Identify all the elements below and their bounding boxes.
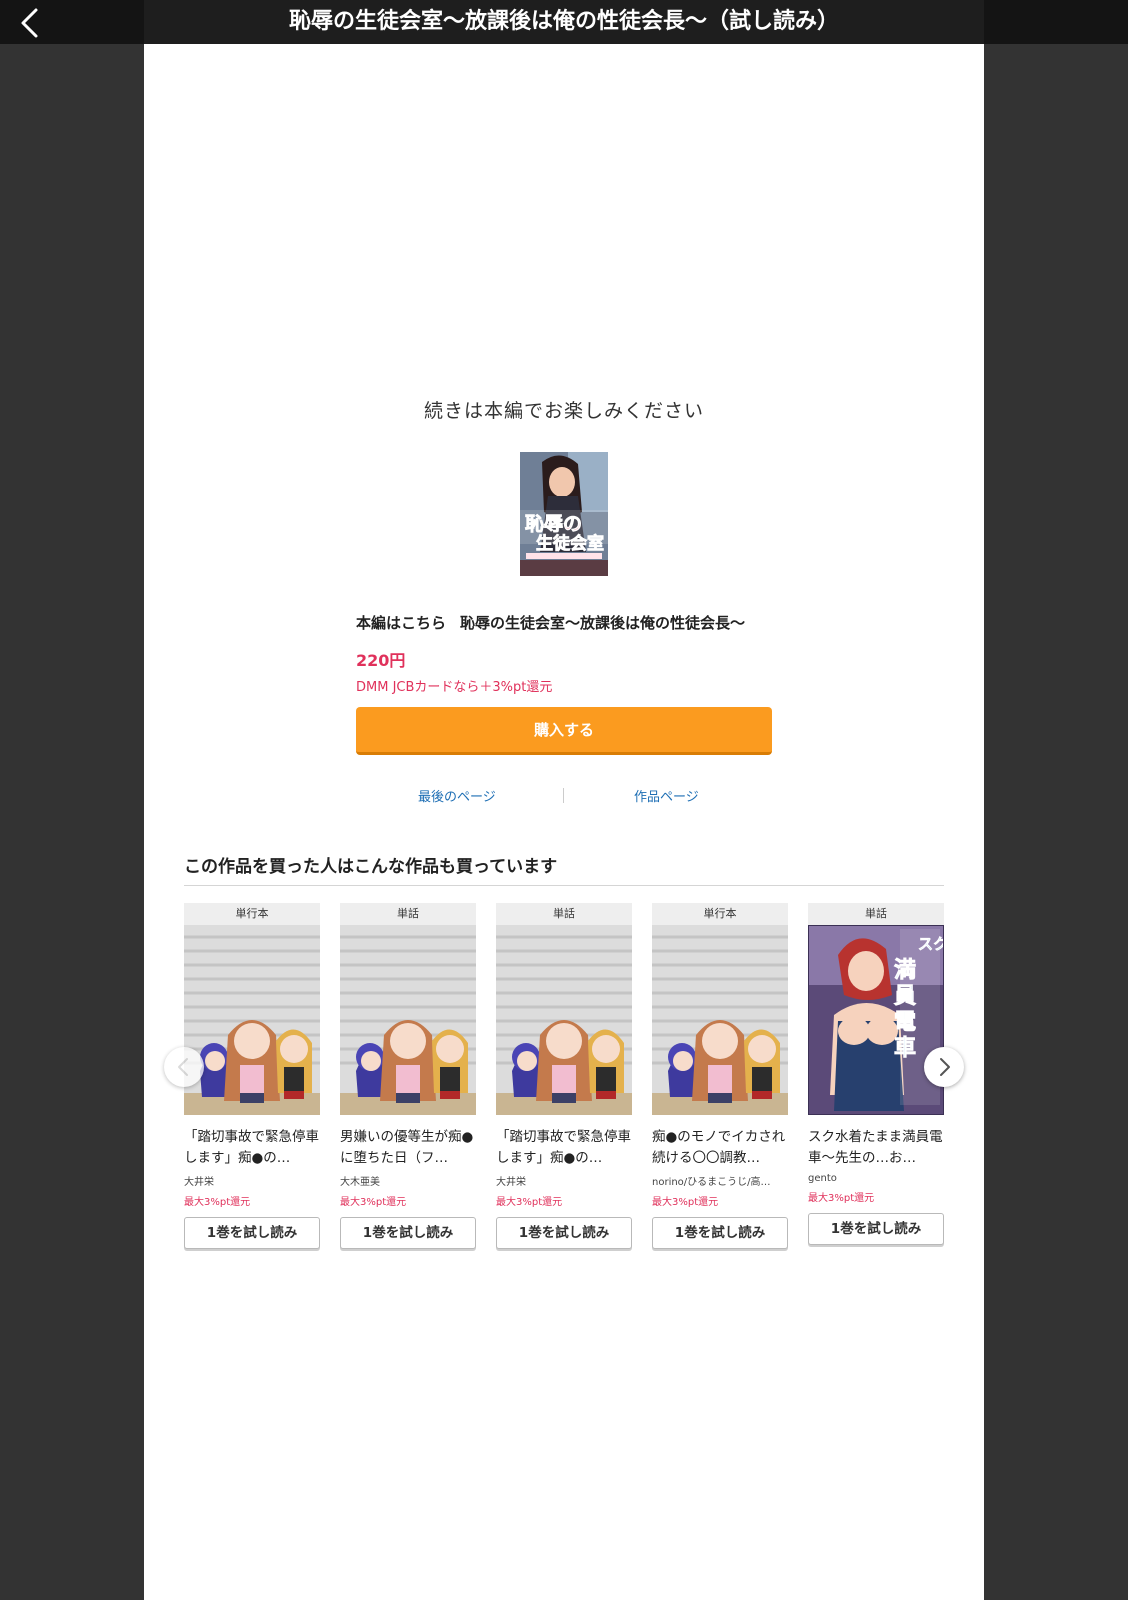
book-title[interactable]: 「踏切事故で緊急停車します」痴●の… [496, 1127, 632, 1169]
main-edition-title: 恥辱の生徒会室〜放課後は俺の性徒会長〜 [460, 614, 746, 632]
point-badge: 最大3%pt還元 [184, 1197, 251, 1208]
price: 220円 [356, 651, 406, 670]
trial-read-button[interactable]: 1巻を試し読み [496, 1217, 632, 1249]
point-badge: 最大3%pt還元 [652, 1197, 719, 1208]
book-thumbnail[interactable] [340, 925, 476, 1115]
recommendations-heading: この作品を買った人はこんな作品も買っています [184, 857, 558, 877]
page-links: 最後のページ 作品ページ [356, 786, 772, 806]
main-edition-link[interactable]: 本編はこちら 恥辱の生徒会室〜放課後は俺の性徒会長〜 [356, 612, 796, 633]
book-author[interactable]: 大木亜美 [340, 1173, 476, 1188]
book-author[interactable]: 大井栄 [496, 1173, 632, 1188]
trial-read-button[interactable]: 1巻を試し読み [808, 1213, 944, 1245]
main-edition-prefix: 本編はこちら [356, 614, 447, 632]
carousel-prev-button[interactable] [164, 1047, 204, 1087]
point-badge: 最大3%pt還元 [340, 1197, 407, 1208]
book-title[interactable]: スク水着たまま満員電車〜先生の…お… [808, 1127, 944, 1169]
book-author[interactable]: 大井栄 [184, 1173, 320, 1188]
trial-read-button[interactable]: 1巻を試し読み [652, 1217, 788, 1249]
trial-read-button[interactable]: 1巻を試し読み [340, 1217, 476, 1249]
book-title[interactable]: 男嫌いの優等生が痴●に堕ちた日（フ… [340, 1127, 476, 1169]
format-badge: 単行本 [184, 903, 320, 925]
svg-text:スク水: スク水 [918, 935, 944, 953]
chevron-left-icon [178, 1058, 188, 1076]
book-thumbnail[interactable] [184, 925, 320, 1115]
work-page-link[interactable]: 作品ページ [634, 786, 699, 805]
point-badge: 最大3%pt還元 [496, 1197, 563, 1208]
trial-read-button[interactable]: 1巻を試し読み [184, 1217, 320, 1249]
format-badge: 単話 [340, 903, 476, 925]
reader-end-page: 続きは本編でお楽しみください 恥辱の 生徒会室 本編はこちら 恥辱の生徒会室〜放課… [144, 44, 984, 1600]
point-note: DMM JCBカードなら＋3%pt還元 [356, 680, 553, 695]
format-badge: 単話 [808, 903, 944, 925]
format-badge: 単行本 [652, 903, 788, 925]
svg-text:生徒会室: 生徒会室 [536, 533, 604, 554]
chevron-left-icon [21, 8, 38, 38]
point-badge: 最大3%pt還元 [808, 1193, 875, 1204]
divider [184, 885, 944, 886]
last-page-link[interactable]: 最後のページ [418, 786, 496, 805]
recommendation-card[interactable]: 単行本 「踏切事故で緊急停車します」痴●の… 大井栄 最大3%pt還元 1巻を試… [184, 903, 320, 1249]
recommendation-card[interactable]: 単話 「踏切事故で緊急停車します」痴●の… 大井栄 最大3%pt還元 1巻を試し… [496, 903, 632, 1249]
chevron-right-icon [940, 1058, 950, 1076]
book-thumbnail[interactable] [652, 925, 788, 1115]
svg-text:恥辱の: 恥辱の [525, 513, 582, 535]
svg-text:満: 満 [894, 957, 916, 983]
book-cover-image[interactable]: 恥辱の 生徒会室 [520, 452, 608, 576]
book-thumbnail[interactable] [496, 925, 632, 1115]
recommendation-card[interactable]: 単行本 痴●のモノでイカされ続ける〇〇調教… norino/ひるまこうじ/高… … [652, 903, 788, 1249]
page-title: 恥辱の生徒会室〜放課後は俺の性徒会長〜（試し読み） [144, 0, 984, 44]
back-button[interactable] [14, 6, 48, 40]
recommendation-card[interactable]: 単話 男嫌いの優等生が痴●に堕ちた日（フ… 大木亜美 最大3%pt還元 1巻を試… [340, 903, 476, 1249]
svg-text:電: 電 [894, 1010, 916, 1035]
book-author[interactable]: norino/ひるまこうじ/高… [652, 1173, 788, 1188]
buy-button[interactable]: 購入する [356, 707, 772, 755]
top-bar: 恥辱の生徒会室〜放課後は俺の性徒会長〜（試し読み） [0, 0, 1128, 44]
carousel-next-button[interactable] [924, 1047, 964, 1087]
book-title[interactable]: 痴●のモノでイカされ続ける〇〇調教… [652, 1127, 788, 1169]
link-divider [563, 788, 564, 803]
book-title[interactable]: 「踏切事故で緊急停車します」痴●の… [184, 1127, 320, 1169]
book-author[interactable]: gento [808, 1173, 944, 1184]
continue-message: 続きは本編でお楽しみください [423, 400, 704, 422]
svg-text:員: 員 [893, 984, 916, 1009]
format-badge: 単話 [496, 903, 632, 925]
svg-text:車: 車 [894, 1036, 916, 1061]
